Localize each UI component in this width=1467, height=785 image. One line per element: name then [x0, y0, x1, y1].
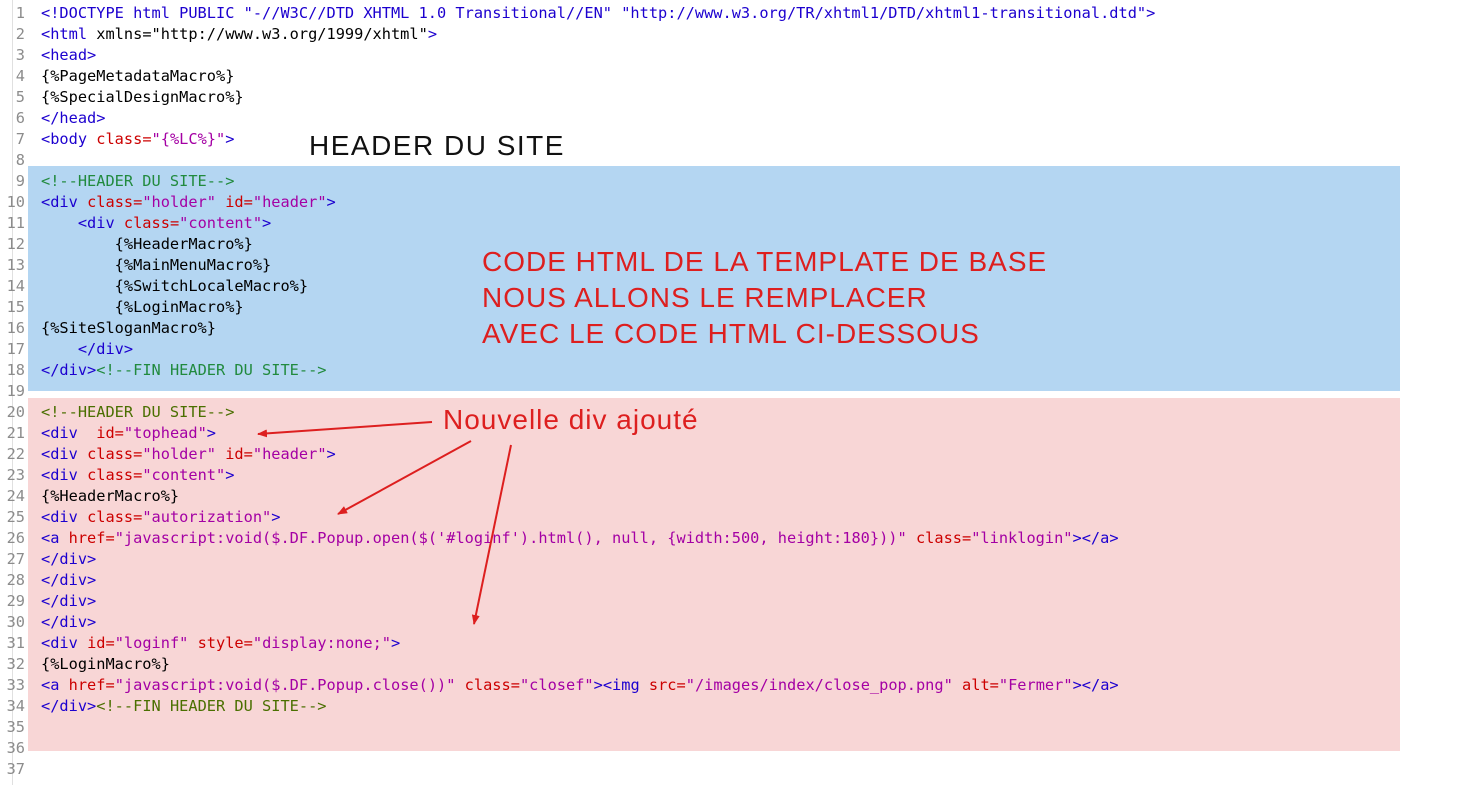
arrow-to-tophead	[257, 421, 433, 438]
arrow-to-autorization	[337, 440, 472, 515]
annotation-arrows	[257, 421, 512, 625]
code-editor[interactable]: 1 <!DOCTYPE html PUBLIC "-//W3C//DTD XHTM…	[0, 0, 1467, 785]
arrow-to-loginf	[471, 444, 512, 625]
